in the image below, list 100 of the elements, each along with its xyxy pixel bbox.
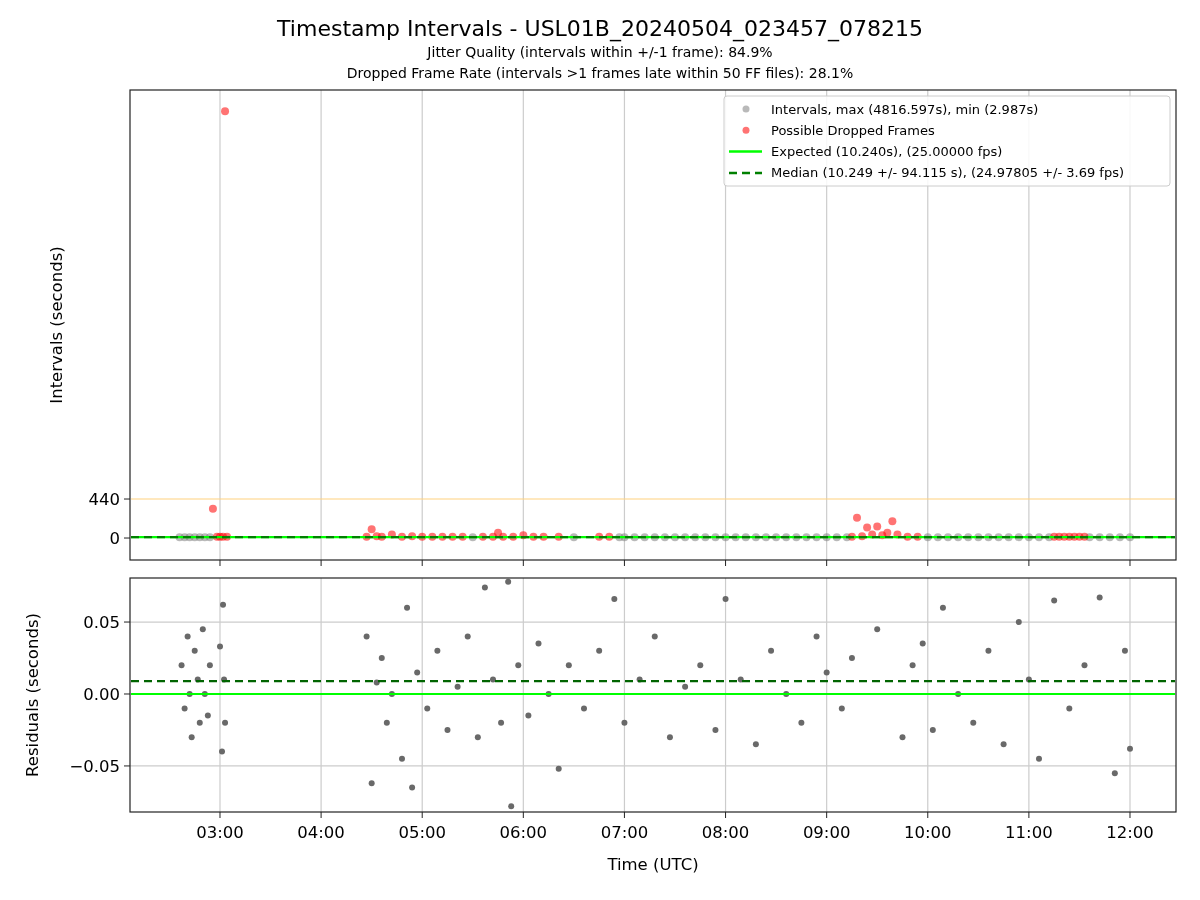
data-point (388, 691, 395, 697)
data-point (863, 523, 872, 532)
legend-marker (742, 105, 750, 113)
data-point (372, 532, 381, 541)
data-point (621, 719, 628, 726)
data-point (368, 780, 375, 787)
data-point (525, 712, 532, 719)
data-point (221, 107, 230, 116)
tick-mark (123, 621, 131, 623)
axis-label: Time (UTC) (607, 855, 699, 874)
tick-mark (421, 559, 423, 567)
data-point (383, 719, 390, 726)
data-point (398, 532, 406, 541)
data-point (515, 662, 522, 669)
data-point (883, 528, 892, 537)
chart-subtitle: Dropped Frame Rate (intervals >1 frames late within 50 FF files): 28.1% (346, 64, 854, 83)
data-point (1096, 594, 1103, 601)
data-point (1015, 619, 1022, 626)
data-point (448, 532, 457, 541)
data-point (772, 533, 781, 542)
data-point (399, 755, 405, 762)
data-point (954, 533, 963, 542)
data-point (873, 522, 882, 531)
data-point (798, 719, 805, 726)
legend-marker (729, 171, 762, 175)
data-point (212, 532, 221, 541)
data-point (565, 662, 572, 669)
data-point (929, 726, 936, 733)
data-point (494, 528, 503, 537)
data-point (201, 691, 208, 697)
data-point (913, 532, 922, 541)
tick-mark (123, 693, 131, 695)
data-point (1055, 532, 1064, 541)
tick-label: 03:00 (196, 823, 244, 842)
data-point (186, 691, 193, 697)
data-point (1095, 533, 1104, 542)
data-point (458, 532, 467, 541)
data-point (481, 584, 488, 591)
data-point (651, 633, 658, 640)
data-point (505, 578, 512, 585)
data-point (731, 533, 740, 542)
tick-label: 08:00 (701, 823, 750, 842)
data-point (838, 705, 845, 712)
data-point (737, 676, 744, 683)
data-point (762, 533, 770, 542)
legend-marker (742, 126, 750, 134)
data-point (782, 533, 791, 542)
legend-label: Possible Dropped Frames (771, 122, 935, 138)
data-point (545, 691, 552, 697)
data-point (1115, 533, 1124, 542)
data-point (188, 734, 195, 741)
data-point (418, 532, 427, 541)
data-point (1105, 533, 1114, 542)
tick-mark (320, 811, 322, 819)
tick-label: 07:00 (600, 823, 649, 842)
data-point (923, 533, 932, 542)
data-point (636, 676, 643, 683)
data-point (1065, 532, 1074, 541)
tick-mark (1028, 559, 1030, 567)
data-point (581, 705, 587, 712)
data-point (853, 513, 861, 522)
tick-mark (623, 811, 625, 819)
data-point (529, 532, 538, 541)
data-point (569, 533, 578, 542)
tick-label: 06:00 (499, 823, 548, 842)
data-point (903, 532, 912, 541)
data-point (468, 533, 477, 542)
data-point (434, 647, 441, 654)
data-point (1035, 533, 1043, 542)
data-point (848, 655, 855, 661)
data-point (984, 533, 993, 542)
data-point (1075, 532, 1084, 541)
data-point (802, 533, 811, 542)
data-point (752, 741, 759, 748)
data-point (1066, 705, 1073, 712)
tick-mark (1129, 811, 1131, 819)
data-point (408, 532, 417, 541)
data-point (939, 604, 946, 611)
chart-subtitle: Jitter Quality (intervals within +/-1 frame): 84.9% (427, 43, 773, 62)
data-point (195, 533, 204, 542)
data-point (964, 533, 973, 542)
data-point (200, 533, 209, 542)
data-point (428, 532, 437, 541)
tick-mark (123, 765, 131, 767)
data-point (1081, 662, 1088, 669)
tick-label: 10:00 (904, 823, 952, 842)
data-point (185, 533, 194, 542)
tick-label: 12:00 (1106, 823, 1154, 842)
data-point (640, 533, 649, 542)
data-point (205, 533, 214, 542)
data-point (184, 633, 191, 640)
data-point (409, 784, 416, 791)
data-point (1025, 676, 1032, 683)
data-point (955, 691, 962, 697)
data-point (630, 533, 639, 542)
data-point (751, 533, 760, 542)
tick-label: 05:00 (398, 823, 446, 842)
data-point (1127, 745, 1133, 752)
data-point (377, 532, 386, 541)
data-point (650, 533, 659, 542)
